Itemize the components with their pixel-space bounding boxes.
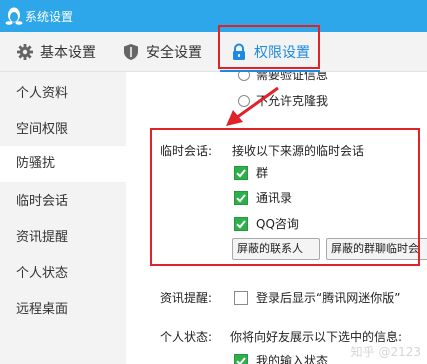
news-reminder-label: 资讯提醒: bbox=[160, 291, 213, 305]
sidebar: 个人资料 空间权限 防骚扰 临时会话 资讯提醒 个人状态 远程桌面 bbox=[0, 72, 126, 364]
window-title: 系统设置 bbox=[25, 10, 74, 24]
tab-security-settings[interactable]: 安全设置 bbox=[122, 32, 202, 72]
checkbox-label: 登录后显示“腾讯网迷你版” bbox=[256, 291, 401, 305]
sidebar-item-remote-desktop[interactable]: 远程桌面 bbox=[0, 292, 126, 328]
highlight-box-permission-tab bbox=[218, 25, 320, 69]
sidebar-item-profile[interactable]: 个人资料 bbox=[0, 76, 126, 112]
highlight-box-temp-session bbox=[150, 128, 420, 266]
qq-penguin-icon bbox=[5, 7, 23, 25]
checkbox-mini-news[interactable]: 登录后显示“腾讯网迷你版” bbox=[234, 289, 400, 306]
checkbox-typing-status-toggle[interactable] bbox=[234, 353, 248, 364]
gear-icon bbox=[16, 43, 34, 61]
tab-basic-settings[interactable]: 基本设置 bbox=[16, 32, 96, 72]
checkbox-label: 我的输入状态 bbox=[256, 354, 329, 364]
settings-tab-bar: 基本设置 安全设置 权限设置 bbox=[0, 32, 427, 72]
personal-status-label: 个人状态: bbox=[160, 330, 213, 344]
checkbox-typing-status[interactable]: 我的输入状态 bbox=[234, 352, 328, 364]
sidebar-item-space-permission[interactable]: 空间权限 bbox=[0, 112, 126, 148]
tab-label: 安全设置 bbox=[146, 45, 202, 61]
checkbox-mini-news-toggle[interactable] bbox=[234, 290, 248, 305]
radio-button[interactable] bbox=[238, 72, 250, 81]
radio-label: 需要验证信息 bbox=[256, 72, 329, 82]
sidebar-item-temp-session[interactable]: 临时会话 bbox=[0, 184, 126, 220]
shield-icon bbox=[122, 43, 140, 61]
radio-option-verify[interactable]: 需要验证信息 bbox=[238, 72, 328, 83]
tab-label: 基本设置 bbox=[40, 45, 96, 61]
watermark: 知乎 @2123 bbox=[350, 345, 421, 359]
red-arrow-icon bbox=[226, 86, 279, 126]
checkmark-icon bbox=[236, 356, 246, 364]
sidebar-item-anti-harass[interactable]: 防骚扰 bbox=[0, 146, 126, 182]
title-bar: 系统设置 bbox=[0, 0, 427, 32]
sidebar-item-personal-status[interactable]: 个人状态 bbox=[0, 256, 126, 292]
sidebar-item-news-reminder[interactable]: 资讯提醒 bbox=[0, 220, 126, 256]
